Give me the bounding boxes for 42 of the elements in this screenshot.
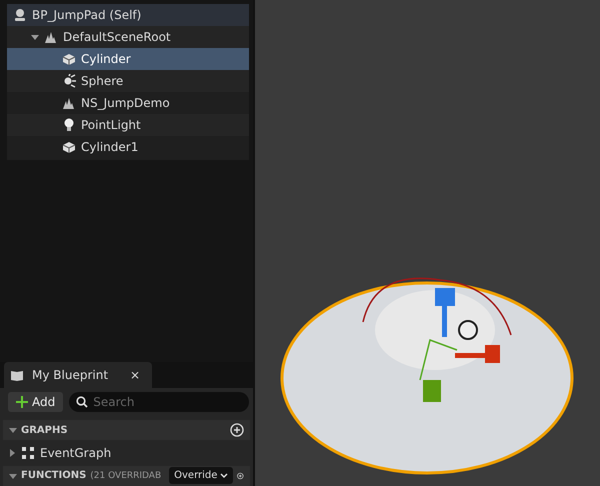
tree-item[interactable]: NS_JumpDemo xyxy=(7,92,249,114)
tree-item[interactable]: Cylinder1 xyxy=(7,136,249,158)
tree-item-label: PointLight xyxy=(81,118,141,132)
graph-nodes-icon xyxy=(21,446,35,460)
my-blueprint-tab[interactable]: My Blueprint × xyxy=(4,362,152,388)
tree-item[interactable]: DefaultSceneRoot xyxy=(7,26,249,48)
scene-icon xyxy=(44,30,58,44)
section-header[interactable]: GRAPHS xyxy=(3,420,250,440)
section-title: GRAPHS xyxy=(21,424,68,436)
search-field[interactable]: Search xyxy=(69,392,250,412)
book-icon xyxy=(10,368,24,382)
expand-arrow-icon[interactable] xyxy=(9,426,17,434)
section-header[interactable]: FUNCTIONS (21 OVERRIDAB Override xyxy=(3,466,250,486)
tree-item[interactable]: BP_JumpPad (Self) xyxy=(7,4,249,26)
search-icon xyxy=(76,396,88,408)
tree-item[interactable]: Sphere xyxy=(7,70,249,92)
section-title: FUNCTIONS xyxy=(21,470,86,482)
add-button[interactable]: Add xyxy=(8,392,64,412)
scene-icon xyxy=(62,96,76,110)
tree-item-label: Cylinder1 xyxy=(81,140,138,154)
add-icon[interactable] xyxy=(230,423,244,438)
graph-item[interactable]: EventGraph xyxy=(0,443,253,462)
tree-item-label: NS_JumpDemo xyxy=(81,96,170,110)
expand-arrow-icon[interactable] xyxy=(31,33,39,41)
tree-item[interactable]: Cylinder xyxy=(7,48,249,70)
tree-item-label: Cylinder xyxy=(81,52,131,66)
cube-icon xyxy=(62,52,76,66)
section-count: (21 OVERRIDAB xyxy=(90,470,162,481)
expand-arrow-icon[interactable] xyxy=(9,472,17,480)
chevron-icon xyxy=(220,472,228,479)
cube-icon xyxy=(62,140,76,154)
override-dropdown[interactable]: Override xyxy=(169,467,234,484)
tree-item-label: DefaultSceneRoot xyxy=(63,30,171,44)
close-icon[interactable]: × xyxy=(130,368,140,382)
tree-item-label: Sphere xyxy=(81,74,124,88)
expand-arrow-icon[interactable] xyxy=(8,448,16,457)
bulb-icon xyxy=(62,118,76,132)
tree-item-label: BP_JumpPad (Self) xyxy=(32,8,142,22)
person-icon xyxy=(13,8,27,22)
plus-icon xyxy=(16,396,28,408)
tree-item[interactable]: PointLight xyxy=(7,114,249,136)
burst-icon xyxy=(62,74,76,88)
